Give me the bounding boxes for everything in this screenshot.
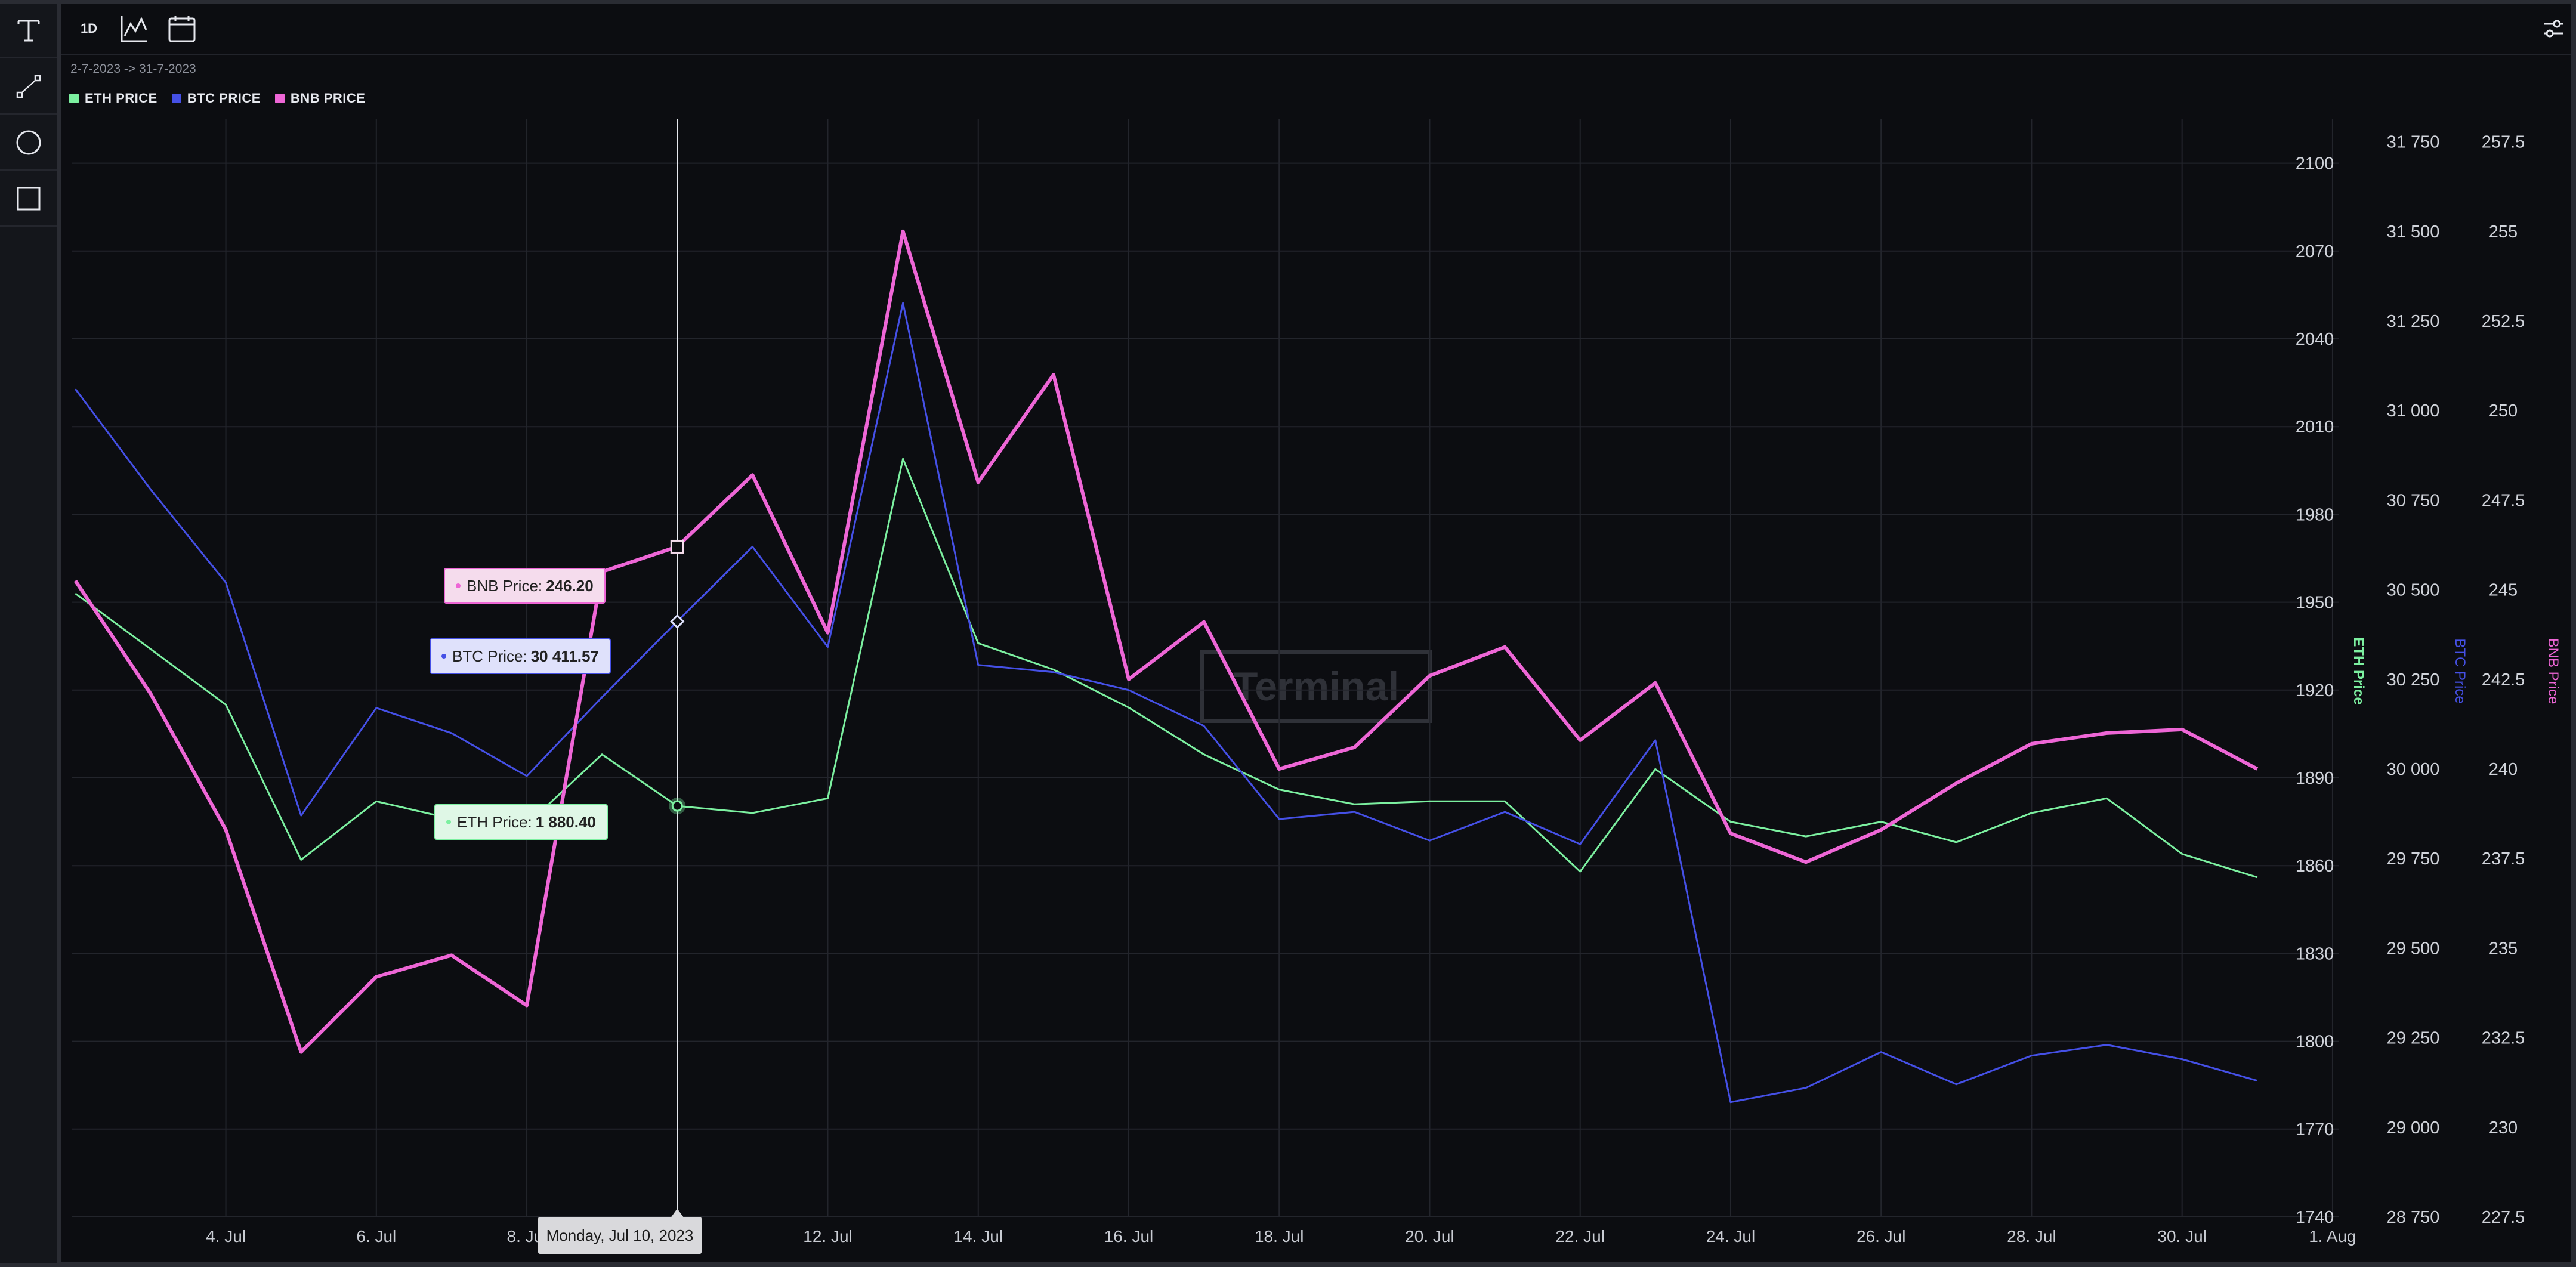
y-tick-label: 31 750 bbox=[2387, 133, 2440, 152]
y-tick-label: 1770 bbox=[2296, 1120, 2334, 1139]
y-tick-label: 250 bbox=[2489, 401, 2518, 421]
tooltip-value-bnb: 246.20 bbox=[546, 576, 594, 595]
tooltip-dot-bnb bbox=[456, 583, 461, 588]
y-axis-title: BNB Price bbox=[2545, 638, 2561, 704]
crosshair-date-label: Monday, Jul 10, 2023 bbox=[538, 1217, 702, 1254]
y-tick-label: 245 bbox=[2489, 581, 2518, 600]
x-tick-label: 26. Jul bbox=[1857, 1227, 1906, 1246]
y-tick-label: 30 500 bbox=[2387, 581, 2440, 600]
y-tick-label: 237.5 bbox=[2482, 849, 2525, 869]
crosshair-tooltip-bnb: BNB Price: 246.20 bbox=[444, 568, 606, 604]
y-tick-label: 29 500 bbox=[2387, 939, 2440, 958]
y-tick-label: 1980 bbox=[2296, 505, 2334, 524]
x-tick-label: 14. Jul bbox=[953, 1227, 1003, 1246]
x-tick-label: 18. Jul bbox=[1255, 1227, 1304, 1246]
crosshair-tooltip-eth: ETH Price: 1 880.40 bbox=[434, 804, 608, 840]
y-tick-label: 31 500 bbox=[2387, 223, 2440, 242]
crosshair-marker bbox=[671, 800, 683, 812]
y-axis-title: ETH Price bbox=[2350, 637, 2367, 704]
y-tick-label: 2070 bbox=[2296, 242, 2334, 261]
y-tick-label: 232.5 bbox=[2482, 1029, 2525, 1048]
x-tick-label: 12. Jul bbox=[803, 1227, 853, 1246]
tooltip-label-btc: BTC Price: bbox=[452, 647, 527, 665]
y-axis-titles: ETH Price BTC Price BNB Price bbox=[2350, 637, 2561, 704]
x-tick-label: 24. Jul bbox=[1706, 1227, 1756, 1246]
tooltip-dot-eth bbox=[446, 820, 451, 824]
y-tick-label: 1830 bbox=[2296, 944, 2334, 963]
series-line-bnb bbox=[73, 229, 2259, 1054]
series-line-eth bbox=[75, 458, 2258, 879]
y-tick-label: 30 750 bbox=[2387, 491, 2440, 510]
y-tick-label: 30 250 bbox=[2387, 670, 2440, 690]
y-tick-label: 247.5 bbox=[2482, 491, 2525, 510]
y-tick-label: 1800 bbox=[2296, 1033, 2334, 1052]
y-tick-label: 255 bbox=[2489, 223, 2518, 242]
tooltip-value-btc: 30 411.57 bbox=[530, 647, 599, 665]
y-tick-label: 2100 bbox=[2296, 154, 2334, 174]
y-axis-ticks: 1740 1770 1800 1830 1860 1890 1920 1950 1980 2010… bbox=[2296, 133, 2525, 1227]
series-line-btc bbox=[75, 302, 2258, 1104]
y-tick-label: 227.5 bbox=[2482, 1208, 2525, 1227]
y-tick-label: 29 750 bbox=[2387, 849, 2440, 869]
y-axis-title: BTC Price bbox=[2452, 638, 2468, 703]
y-tick-label: 240 bbox=[2489, 760, 2518, 779]
y-tick-label: 31 250 bbox=[2387, 312, 2440, 331]
tooltip-dot-btc bbox=[441, 654, 446, 659]
y-tick-label: 1920 bbox=[2296, 681, 2334, 700]
y-tick-label: 1950 bbox=[2296, 594, 2334, 613]
y-tick-label: 1890 bbox=[2296, 769, 2334, 788]
y-tick-label: 29 250 bbox=[2387, 1029, 2440, 1048]
x-tick-label: 30. Jul bbox=[2157, 1227, 2207, 1246]
y-tick-label: 29 000 bbox=[2387, 1118, 2440, 1138]
y-tick-label: 1860 bbox=[2296, 857, 2334, 876]
x-tick-label: 28. Jul bbox=[2007, 1227, 2056, 1246]
y-tick-label: 30 000 bbox=[2387, 760, 2440, 779]
y-tick-label: 31 000 bbox=[2387, 401, 2440, 421]
tooltip-label-eth: ETH Price: bbox=[457, 812, 532, 831]
y-tick-label: 1740 bbox=[2296, 1208, 2334, 1227]
x-tick-label: 22. Jul bbox=[1555, 1227, 1605, 1246]
x-tick-label: 6. Jul bbox=[356, 1227, 396, 1246]
price-chart[interactable]: 4. Jul6. Jul8. Jul10. Jul12. Jul14. Jul1… bbox=[0, 0, 2576, 1267]
crosshair-tooltip-btc: BTC Price: 30 411.57 bbox=[430, 638, 611, 674]
x-axis-ticks: 4. Jul6. Jul8. Jul10. Jul12. Jul14. Jul1… bbox=[206, 1227, 2356, 1246]
y-tick-label: 230 bbox=[2489, 1118, 2518, 1138]
tooltip-label-bnb: BNB Price: bbox=[467, 576, 543, 595]
horizontal-gridlines bbox=[72, 162, 2339, 1217]
crosshair bbox=[669, 119, 686, 1217]
x-tick-label: 16. Jul bbox=[1104, 1227, 1154, 1246]
crosshair-marker bbox=[670, 539, 684, 554]
x-tick-label: 1. Aug bbox=[2309, 1227, 2356, 1246]
series-lines bbox=[73, 229, 2259, 1104]
y-tick-label: 242.5 bbox=[2482, 670, 2525, 690]
x-tick-label: 4. Jul bbox=[206, 1227, 246, 1246]
y-tick-label: 252.5 bbox=[2482, 312, 2525, 331]
y-tick-label: 28 750 bbox=[2387, 1208, 2440, 1227]
y-tick-label: 2040 bbox=[2296, 330, 2334, 349]
y-tick-label: 257.5 bbox=[2482, 133, 2525, 152]
y-tick-label: 235 bbox=[2489, 939, 2518, 958]
y-tick-label: 2010 bbox=[2296, 418, 2334, 437]
crosshair-date-pointer bbox=[671, 1209, 684, 1217]
tooltip-value-eth: 1 880.40 bbox=[535, 812, 596, 831]
x-tick-label: 20. Jul bbox=[1405, 1227, 1454, 1246]
